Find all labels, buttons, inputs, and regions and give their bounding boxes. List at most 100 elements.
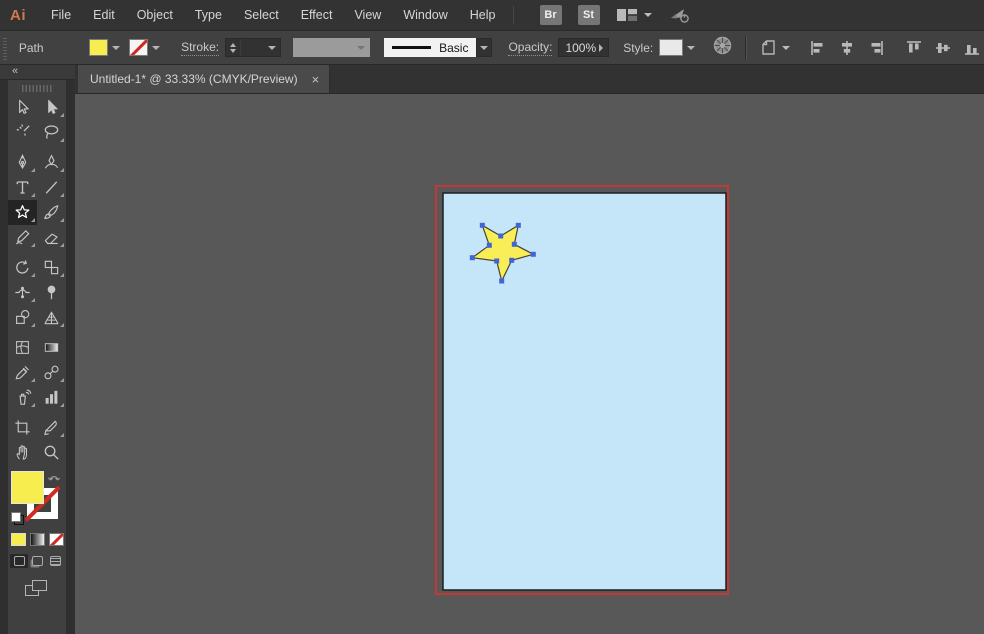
tool-symbol-sprayer[interactable] <box>8 385 37 410</box>
canvas[interactable] <box>75 94 984 634</box>
align-left-button[interactable] <box>806 38 830 58</box>
tool-shape-builder[interactable] <box>8 305 37 330</box>
align-horizontal-center-button[interactable] <box>835 38 859 58</box>
tool-puppet-warp[interactable] <box>37 280 66 305</box>
color-button[interactable] <box>11 533 26 546</box>
isolate-object-button[interactable] <box>758 38 790 58</box>
menu-edit[interactable]: Edit <box>82 0 126 30</box>
direct-selection-tool-icon <box>42 98 61 117</box>
tool-eraser[interactable] <box>37 225 66 250</box>
star-tool-icon <box>13 203 32 222</box>
tool-perspective-grid[interactable] <box>37 305 66 330</box>
stroke-weight-field[interactable] <box>225 38 280 57</box>
collapse-panel-button[interactable]: « <box>0 65 75 80</box>
stroke-weight-stepper[interactable] <box>226 39 241 56</box>
anchor-point[interactable] <box>470 255 475 260</box>
draw-normal-button[interactable] <box>10 554 28 568</box>
style-dropdown-button[interactable] <box>683 39 698 56</box>
tool-scale[interactable] <box>37 255 66 280</box>
opacity-label[interactable]: Opacity: <box>508 40 552 56</box>
align-bottom-button[interactable] <box>960 38 984 58</box>
tab-close-button[interactable]: × <box>312 73 320 86</box>
menu-select[interactable]: Select <box>233 0 290 30</box>
anchor-point[interactable] <box>494 259 499 264</box>
fill-indicator[interactable] <box>11 471 44 504</box>
tool-line-segment[interactable] <box>37 175 66 200</box>
tool-type[interactable] <box>8 175 37 200</box>
tool-width[interactable] <box>8 280 37 305</box>
slice-tool-icon <box>42 418 61 437</box>
gradient-button[interactable] <box>30 533 45 546</box>
menu-view[interactable]: View <box>343 0 392 30</box>
graphic-style-control[interactable] <box>659 39 698 56</box>
tool-gradient[interactable] <box>37 335 66 360</box>
document-tab[interactable]: Untitled-1* @ 33.33% (CMYK/Preview) × <box>78 65 330 93</box>
tool-shaper[interactable] <box>8 225 37 250</box>
fill-dropdown-button[interactable] <box>108 39 123 56</box>
brush-dropdown-button[interactable] <box>476 38 492 57</box>
stroke-weight-dropdown[interactable] <box>265 39 280 56</box>
tool-rotate[interactable] <box>8 255 37 280</box>
tool-paintbrush[interactable] <box>37 200 66 225</box>
default-fill-stroke-icon[interactable] <box>11 512 24 525</box>
tool-pen[interactable] <box>8 150 37 175</box>
tool-selection[interactable] <box>8 95 37 120</box>
workspace-layout-icon <box>616 7 638 23</box>
draw-inside-button[interactable] <box>46 554 64 568</box>
anchor-point[interactable] <box>512 242 517 247</box>
none-button[interactable] <box>49 533 64 546</box>
tool-graph[interactable] <box>37 385 66 410</box>
menu-object[interactable]: Object <box>126 0 184 30</box>
anchor-point[interactable] <box>487 243 492 248</box>
align-group-vertical <box>902 38 984 58</box>
tool-direct-selection[interactable] <box>37 95 66 120</box>
stroke-dropdown-button[interactable] <box>148 39 163 56</box>
variable-width-profile-dropdown[interactable] <box>293 38 371 57</box>
tool-lasso[interactable] <box>37 120 66 145</box>
stroke-color-swatch-none[interactable] <box>129 39 148 56</box>
workspace-switcher[interactable] <box>616 7 652 23</box>
align-right-button[interactable] <box>864 38 888 58</box>
anchor-point[interactable] <box>509 258 514 263</box>
tool-slice[interactable] <box>37 415 66 440</box>
change-screen-mode-button[interactable] <box>8 580 66 597</box>
document-tab-bar: Untitled-1* @ 33.33% (CMYK/Preview) × <box>75 65 984 94</box>
bridge-button[interactable]: Br <box>540 5 562 25</box>
anchor-point[interactable] <box>499 279 504 284</box>
tool-magic-wand[interactable] <box>8 120 37 145</box>
anchor-point[interactable] <box>516 223 521 228</box>
brush-definition-dropdown[interactable]: Basic <box>384 38 492 57</box>
tool-blend[interactable] <box>37 360 66 385</box>
graphic-style-swatch[interactable] <box>659 39 683 56</box>
panel-drag-grip[interactable] <box>22 85 52 92</box>
stroke-color-control[interactable] <box>129 39 163 56</box>
tool-eyedropper[interactable] <box>8 360 37 385</box>
menu-file[interactable]: File <box>40 0 82 30</box>
menu-type[interactable]: Type <box>184 0 233 30</box>
menu-window[interactable]: Window <box>392 0 458 30</box>
align-vertical-center-button[interactable] <box>931 38 955 58</box>
recolor-artwork-button[interactable] <box>712 35 733 61</box>
anchor-point[interactable] <box>480 223 485 228</box>
align-top-button[interactable] <box>902 38 926 58</box>
tool-artboard[interactable] <box>8 415 37 440</box>
swap-fill-stroke-icon[interactable] <box>48 472 61 485</box>
anchor-point[interactable] <box>498 234 503 239</box>
tool-curvature[interactable] <box>37 150 66 175</box>
draw-behind-button[interactable] <box>28 554 46 568</box>
opacity-input[interactable]: 100% <box>558 38 609 57</box>
fill-color-swatch[interactable] <box>89 39 108 56</box>
tool-hand[interactable] <box>8 440 37 465</box>
tool-star[interactable] <box>8 200 37 225</box>
menu-help[interactable]: Help <box>459 0 507 30</box>
menu-effect[interactable]: Effect <box>290 0 344 30</box>
stock-button[interactable]: St <box>578 5 600 25</box>
touch-workspace-toggle[interactable] <box>668 5 692 25</box>
tool-mesh[interactable] <box>8 335 37 360</box>
anchor-point[interactable] <box>531 252 536 257</box>
chevron-down-icon <box>357 46 365 50</box>
fill-color-control[interactable] <box>89 39 123 56</box>
panel-grip[interactable] <box>3 36 7 60</box>
tool-zoom[interactable] <box>37 440 66 465</box>
stroke-weight-label[interactable]: Stroke: <box>181 40 219 56</box>
